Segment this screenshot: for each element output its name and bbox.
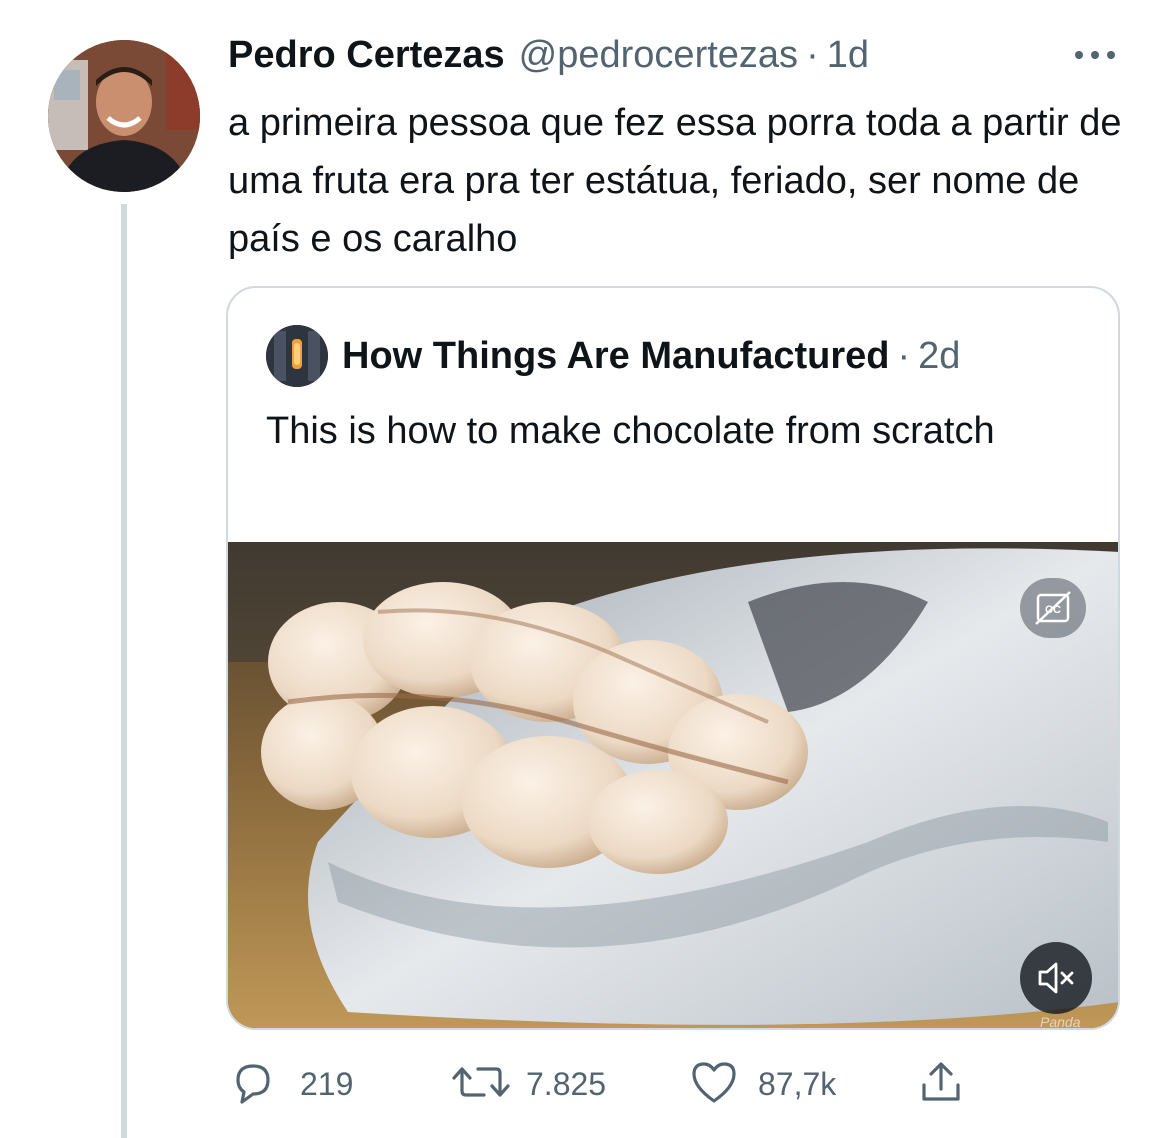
volume-muted-icon[interactable] bbox=[1020, 942, 1092, 1014]
like-count: 87,7k bbox=[758, 1065, 837, 1102]
quoted-author-name: How Things Are Manufactured bbox=[342, 334, 890, 377]
retweet-button[interactable]: 7.825 bbox=[450, 1054, 606, 1114]
author-display-name[interactable]: Pedro Certezas bbox=[228, 34, 505, 77]
reply-icon bbox=[228, 1057, 278, 1112]
video-watermark: Panda bbox=[1040, 1014, 1081, 1030]
author-avatar[interactable] bbox=[48, 40, 200, 192]
tweet-timestamp[interactable]: 1d bbox=[827, 34, 869, 77]
closed-captions-off-icon[interactable]: CC bbox=[1020, 578, 1086, 638]
reply-count: 219 bbox=[300, 1065, 354, 1102]
quoted-tweet-card[interactable]: How Things Are Manufactured · 2d This is… bbox=[226, 286, 1120, 1030]
quoted-video-media[interactable]: CC Panda bbox=[228, 542, 1118, 1030]
tweet-text: a primeira pessoa que fez essa porra tod… bbox=[228, 102, 1122, 260]
quoted-tweet-header: How Things Are Manufactured · 2d bbox=[266, 325, 961, 387]
share-button[interactable] bbox=[916, 1054, 966, 1114]
author-handle[interactable]: @pedrocertezas bbox=[519, 34, 798, 77]
thread-connector-line bbox=[121, 204, 127, 1138]
tweet-header: Pedro Certezas @pedrocertezas · 1d bbox=[228, 34, 869, 84]
header-separator: · bbox=[806, 34, 819, 76]
more-options-icon[interactable] bbox=[1070, 40, 1120, 70]
reply-button[interactable]: 219 bbox=[228, 1054, 353, 1114]
retweet-count: 7.825 bbox=[526, 1065, 607, 1102]
quoted-header-separator: · bbox=[897, 334, 911, 377]
like-button[interactable]: 87,7k bbox=[688, 1054, 836, 1114]
heart-icon bbox=[688, 1057, 740, 1112]
quoted-tweet-text: This is how to make chocolate from scrat… bbox=[266, 410, 995, 452]
quoted-author-avatar bbox=[266, 325, 328, 387]
retweet-icon bbox=[450, 1057, 512, 1112]
share-icon bbox=[916, 1057, 966, 1112]
quoted-timestamp: 2d bbox=[918, 334, 961, 377]
